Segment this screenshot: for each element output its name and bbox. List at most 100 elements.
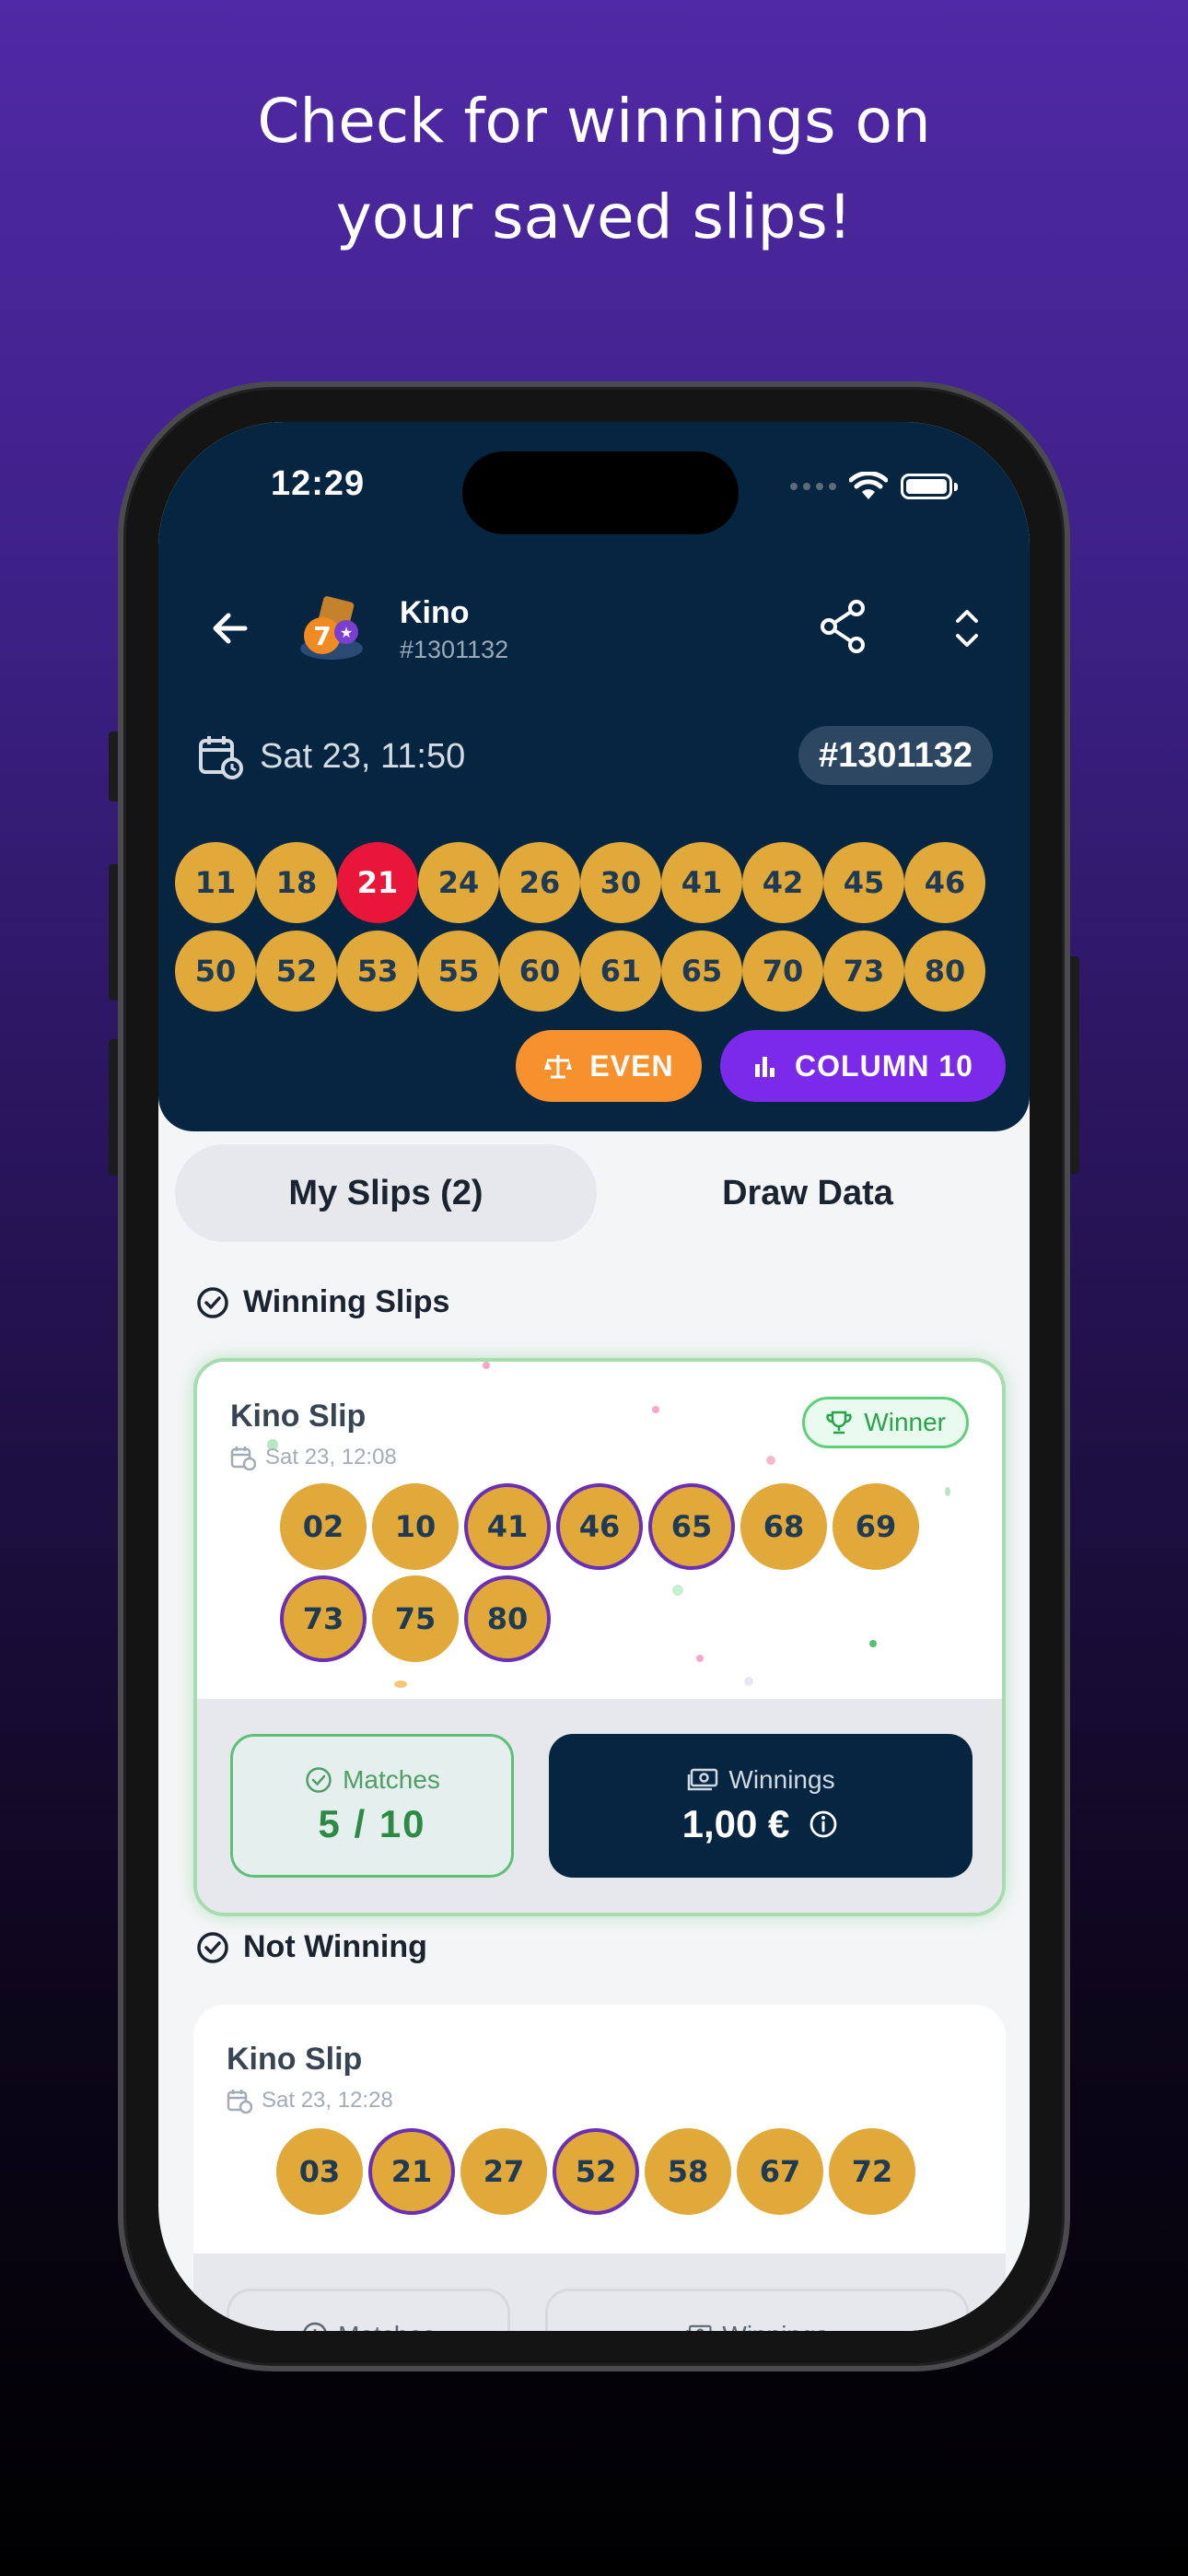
tab-my-slips[interactable]: My Slips (2) [175,1144,597,1242]
number-ball: 41 [464,1483,551,1570]
number-ball: 80 [904,931,985,1012]
check-circle-icon [197,1931,228,1963]
slip-title: Kino Slip [230,1399,367,1434]
tab-draw-data[interactable]: Draw Data [597,1144,1019,1242]
svg-text:7: 7 [313,621,331,651]
matches-label: Matches [304,1765,440,1795]
slip-date: Sat 23, 12:08 [230,1445,397,1470]
number-ball: 45 [823,842,904,923]
winnings-label-text: Winnings [722,2321,828,2331]
not-winning-slip-card[interactable]: Kino Slip Sat 23, 12:28 03212752586772 M… [193,2005,1006,2331]
number-ball: 46 [556,1483,643,1570]
even-pill[interactable]: EVEN [516,1030,702,1102]
number-ball: 73 [280,1575,367,1662]
slip-result-footer: Matches Winnings [193,2254,1006,2331]
winnings-value: 1,00 € [681,1802,790,1845]
winnings-box: Winnings [545,2289,969,2331]
number-ball: 24 [418,842,499,923]
winnings-box[interactable]: Winnings 1,00 € [549,1734,973,1878]
number-ball: 80 [464,1575,551,1662]
even-label: EVEN [589,1048,674,1083]
info-icon[interactable] [808,1809,839,1840]
calendar-icon [199,736,243,779]
svg-text:★: ★ [340,624,353,641]
number-ball: 55 [418,931,499,1012]
number-ball: 30 [580,842,661,923]
number-ball: 18 [256,842,337,923]
number-ball: 52 [256,931,337,1012]
number-ball: 02 [280,1483,367,1570]
matches-label-text: Matches [343,1765,440,1794]
number-ball: 11 [175,842,256,923]
column-label: COLUMN 10 [795,1048,973,1083]
draw-date-row: Sat 23, 11:50 [197,733,465,779]
number-ball: 42 [742,842,823,923]
winning-slip-card[interactable]: Kino Slip Sat 23, 12:08 Winner 02 10 41 46 6… [193,1358,1006,1916]
wifi-icon [849,472,888,499]
number-ball: 27 [460,2128,547,2215]
winnings-value-row: 1,00 € [682,1802,840,1846]
matches-box: Matches 5 / 10 [230,1734,514,1878]
number-ball: 70 [742,931,823,1012]
kino-logo-icon: 7 ★ [300,596,363,660]
status-icons [790,472,958,501]
slip-date-text: Sat 23, 12:28 [262,2088,393,2113]
number-ball: 72 [829,2128,915,2215]
matches-box: Matches [227,2289,510,2331]
tab-bar: My Slips (2) Draw Data [175,1144,1024,1242]
winnings-label: Winnings [686,1765,835,1795]
number-ball: 65 [648,1483,735,1570]
winning-section-title: Winning Slips [243,1284,450,1319]
game-title: Kino [400,595,470,630]
share-icon[interactable] [818,599,869,654]
number-ball: 10 [372,1483,459,1570]
alert-circle-icon [303,2322,327,2331]
number-ball: 52 [553,2128,639,2215]
slip-result-footer: Matches 5 / 10 Winnings 1,00 € [197,1699,1002,1913]
number-ball: 53 [337,931,418,1012]
scale-icon [544,1055,573,1079]
signal-dots-icon [790,483,836,490]
confetti-dot [652,1406,659,1413]
confetti-dot [766,1456,775,1465]
number-ball: 21 [368,2128,455,2215]
number-ball: 65 [661,931,742,1012]
number-ball: 67 [737,2128,823,2215]
check-circle-icon [306,1767,332,1793]
banknote-icon [688,1768,718,1791]
draw-date: Sat 23, 11:50 [260,736,466,776]
slip-date: Sat 23, 12:28 [227,2088,393,2113]
calendar-icon [230,1446,256,1470]
matches-value: 5 / 10 [318,1802,426,1845]
check-circle-icon [197,1286,228,1318]
marketing-headline: Check for winnings on your saved slips! [0,74,1188,265]
status-time: 12:29 [271,464,366,503]
winner-badge: Winner [802,1397,969,1448]
not-winning-section-title: Not Winning [243,1929,427,1964]
number-ball: 50 [175,931,256,1012]
phone-frame: 12:29 7 ★ Kino #1301132 Sat 23, 11:50 #1… [118,381,1070,2371]
calendar-icon [227,2090,252,2113]
slip-numbers: 03 21 27 52 58 67 72 [276,2128,915,2215]
app-screen: 12:29 7 ★ Kino #1301132 Sat 23, 11:50 #1… [158,422,1030,2331]
confetti-dot [394,1680,407,1688]
number-ball: 60 [499,931,580,1012]
winner-badge-label: Winner [864,1408,946,1436]
banknote-icon [686,2324,712,2331]
draw-number-badge: #1301132 [798,726,993,785]
arrow-left-icon[interactable] [206,604,254,652]
expand-icon[interactable] [949,603,985,654]
slip-numbers: 02 10 41 46 65 68 69 73 75 80 [280,1483,919,1662]
dynamic-island [462,451,739,534]
trophy-icon [826,1411,852,1434]
number-ball: 26 [499,842,580,923]
confetti-dot [945,1487,950,1496]
drawn-numbers-grid: 11 18 21 24 26 30 41 42 45 46 50 52 53 55 60 61 65 70 73 80 [175,842,985,1012]
headline-line-2: your saved slips! [335,181,853,252]
confetti-dot [483,1362,490,1369]
column-pill[interactable]: COLUMN 10 [720,1030,1006,1102]
winning-section-header: Winning Slips [195,1284,449,1320]
number-ball: 68 [740,1483,827,1570]
matches-label-text: Matches [338,2321,436,2331]
number-ball: 46 [904,842,985,923]
